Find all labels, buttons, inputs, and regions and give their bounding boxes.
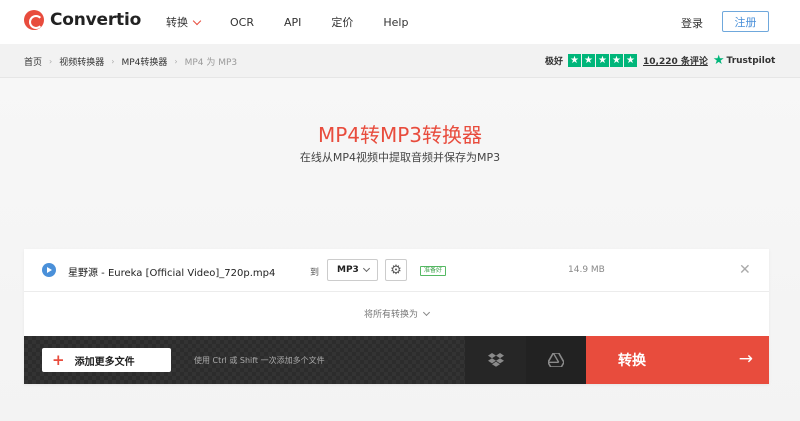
breadcrumb-video-converter[interactable]: 视频转换器: [59, 55, 104, 68]
file-size: 14.9 MB: [568, 265, 605, 275]
google-drive-button[interactable]: [526, 336, 586, 384]
breadcrumb-bar: 首页 › 视频转换器 › MP4转换器 › MP4 为 MP3 极好 ★ ★ ★…: [0, 44, 800, 78]
format-select[interactable]: MP3: [327, 259, 378, 281]
chevron-right-icon: ›: [49, 57, 53, 66]
star-icon: ★: [624, 54, 638, 67]
logo[interactable]: Convertio: [24, 10, 141, 30]
dropbox-icon: [487, 353, 504, 367]
reviews-link[interactable]: 10,220 条评论: [643, 54, 708, 67]
breadcrumb-current: MP4 为 MP3: [184, 58, 238, 68]
convert-button[interactable]: 转换 →: [586, 336, 769, 384]
page-title: MP4转MP3转换器: [317, 123, 483, 147]
action-bar: + 添加更多文件 使用 Ctrl 或 Shift 一次添加多个文件 转换 →: [24, 336, 769, 384]
file-row: 星野源 - Eureka [Official Video]_720p.mp4 到…: [24, 249, 769, 292]
nav-item-pricing[interactable]: 定价: [331, 14, 353, 30]
video-play-icon: [42, 263, 56, 277]
arrow-right-icon: →: [738, 349, 753, 369]
google-drive-icon: [548, 353, 564, 367]
nav-item-convert[interactable]: 转换: [166, 14, 202, 30]
brand-name: Convertio: [50, 10, 142, 30]
nav-item-api[interactable]: API: [284, 14, 301, 30]
chevron-down-icon: [362, 264, 371, 273]
nav-item-help[interactable]: Help: [383, 14, 408, 30]
status-badge: 准备好: [420, 266, 447, 276]
nav-item-ocr[interactable]: OCR: [230, 14, 254, 30]
chevron-down-icon: [192, 16, 202, 25]
login-link[interactable]: 登录: [681, 15, 703, 31]
star-icon: ★: [596, 54, 610, 67]
page-subtitle: 在线从MP4视频中提取音频并保存为MP3: [299, 151, 501, 164]
convert-all-dropdown[interactable]: 将所有转换为: [24, 307, 769, 320]
star-icon: ★: [568, 54, 582, 67]
settings-button[interactable]: ⚙: [385, 259, 407, 281]
convertio-logo-icon: [24, 10, 44, 30]
multi-select-hint: 使用 Ctrl 或 Shift 一次添加多个文件: [194, 356, 325, 365]
rating-stars: ★ ★ ★ ★ ★: [568, 54, 638, 67]
dropbox-button[interactable]: [465, 336, 526, 384]
chevron-right-icon: ›: [174, 57, 178, 66]
chevron-right-icon: ›: [111, 57, 115, 66]
trustpilot-star-icon: ★: [712, 53, 725, 68]
rating-label: 极好: [545, 57, 564, 67]
to-label: 到: [310, 268, 320, 278]
breadcrumb-mp4-converter[interactable]: MP4转换器: [121, 55, 167, 68]
gear-icon: ⚙: [390, 262, 402, 278]
close-icon[interactable]: ✕: [739, 262, 751, 278]
header: Convertio 转换 OCR API 定价 Help 登录 注册: [0, 0, 800, 44]
chevron-down-icon: [422, 308, 431, 316]
breadcrumb: 首页 › 视频转换器 › MP4转换器 › MP4 为 MP3: [24, 55, 237, 68]
star-icon: ★: [582, 54, 596, 67]
breadcrumb-home[interactable]: 首页: [24, 55, 42, 68]
register-button[interactable]: 注册: [722, 11, 769, 32]
trustpilot-rating: 极好 ★ ★ ★ ★ ★ 10,220 条评论 ★ Trustpilot: [545, 53, 775, 68]
trustpilot-logo[interactable]: ★ Trustpilot: [713, 53, 775, 68]
plus-icon: +: [52, 351, 65, 369]
file-name: 星野源 - Eureka [Official Video]_720p.mp4: [68, 268, 276, 279]
main-nav: 转换 OCR API 定价 Help: [166, 14, 438, 30]
add-files-button[interactable]: + 添加更多文件: [42, 348, 171, 372]
star-icon: ★: [610, 54, 624, 67]
